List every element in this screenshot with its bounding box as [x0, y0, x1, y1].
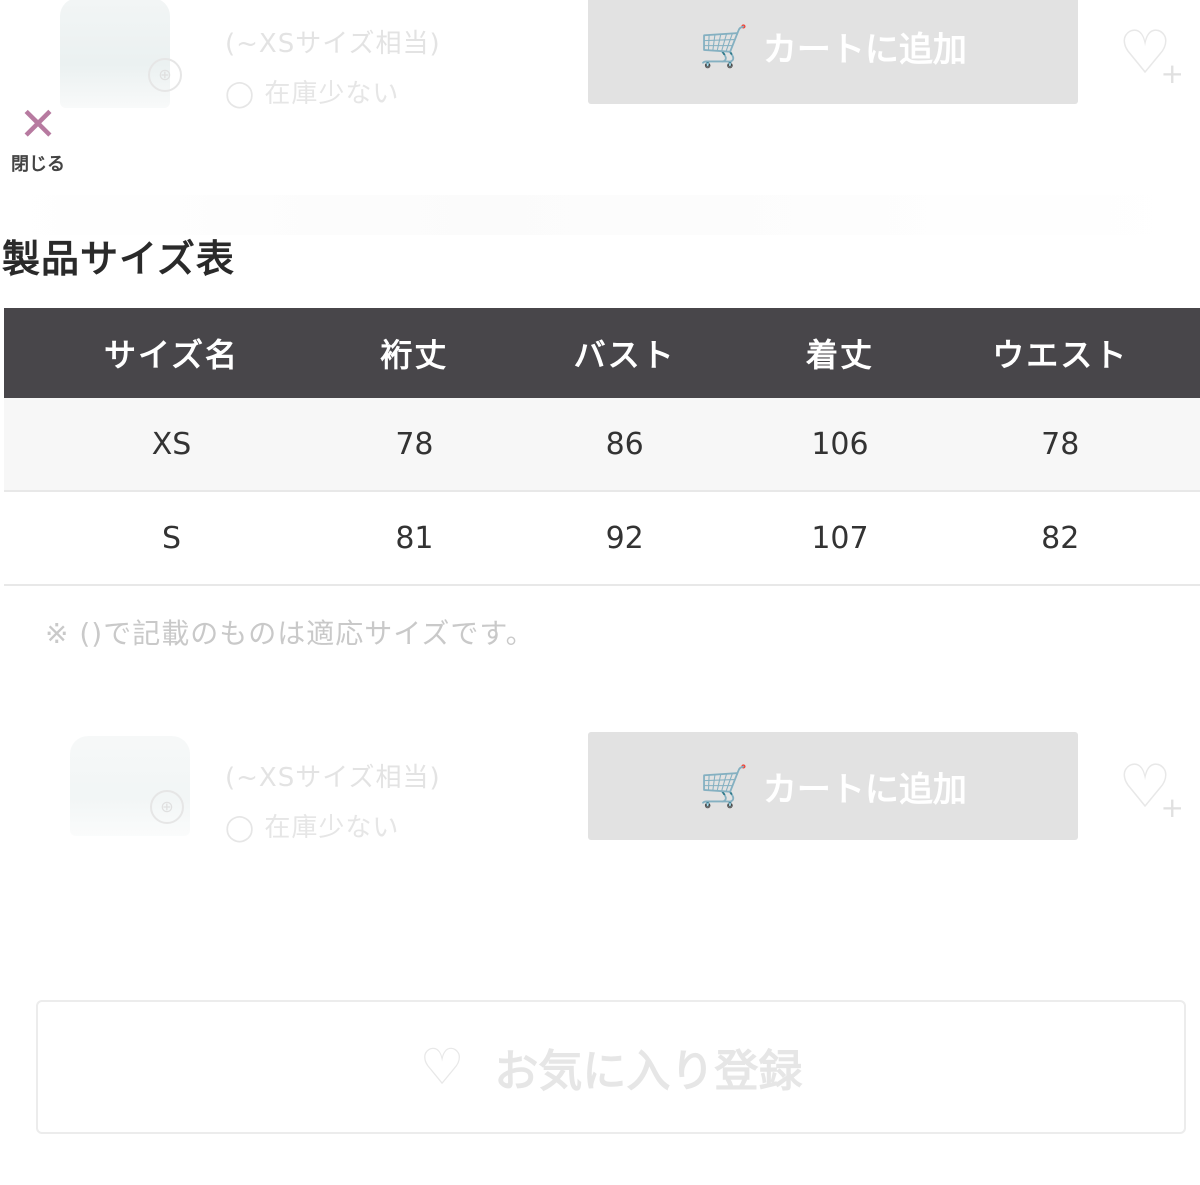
heart-plus-icon[interactable]: ♡ + — [1110, 752, 1184, 822]
table-cell: 78 — [338, 398, 490, 492]
size-table: サイズ名 裄丈 バスト 着丈 ウエスト XS 78 86 106 78 S 81… — [4, 308, 1200, 586]
cart-icon: 🛒 — [699, 763, 749, 810]
table-cell: XS — [4, 398, 339, 492]
table-cell: 86 — [489, 398, 760, 492]
header-size-name: サイズ名 — [4, 308, 339, 398]
add-to-cart-label: カートに追加 — [762, 769, 967, 810]
zoom-icon: ⊕ — [148, 58, 182, 92]
table-cell: 82 — [920, 491, 1200, 586]
product-size-note: (~XSサイズ相当) — [225, 763, 441, 793]
table-cell: 107 — [759, 491, 921, 586]
product-size-note: (~XSサイズ相当) — [225, 29, 441, 59]
header-waist: ウエスト — [920, 308, 1200, 398]
cart-icon: 🛒 — [699, 23, 749, 70]
product-stock-note: ◯ 在庫少ない — [225, 813, 400, 843]
close-icon: ✕ — [18, 97, 58, 151]
add-to-cart-label: カートに追加 — [762, 29, 967, 70]
add-to-cart-button[interactable]: 🛒 カートに追加 — [588, 0, 1078, 104]
table-cell: 81 — [338, 491, 490, 586]
table-cell: S — [4, 491, 339, 586]
table-cell: 106 — [759, 398, 921, 492]
add-to-cart-button[interactable]: 🛒 カートに追加 — [588, 732, 1078, 840]
table-row: S 81 92 107 82 — [4, 491, 1200, 586]
table-cell: 78 — [920, 398, 1200, 492]
product-row: ⊕ (~XSサイズ相当) ◯ 在庫少ない 🛒 カートに追加 ♡ + — [0, 0, 1200, 118]
heart-plus-icon[interactable]: ♡ + — [1110, 18, 1184, 88]
header-bust: バスト — [489, 308, 760, 398]
product-row: ⊕ (~XSサイズ相当) ◯ 在庫少ない 🛒 カートに追加 ♡ + — [0, 722, 1200, 852]
close-label: 閉じる — [11, 154, 65, 175]
size-table-title: 製品サイズ表 — [2, 237, 235, 281]
add-to-favorites-button[interactable]: ♡ お気に入り登録 — [36, 1000, 1186, 1134]
product-thumbnail — [60, 0, 170, 108]
size-table-footnote: ※ ()で記載のものは適応サイズです。 — [45, 617, 535, 650]
add-to-favorites-label: お気に入り登録 — [494, 1046, 803, 1097]
zoom-icon: ⊕ — [150, 790, 184, 824]
table-cell: 92 — [489, 491, 760, 586]
product-stock-note: ◯ 在庫少ない — [225, 79, 400, 109]
heart-icon: ♡ — [419, 1038, 465, 1096]
table-row: XS 78 86 106 78 — [4, 398, 1200, 492]
close-button[interactable]: ✕ 閉じる — [6, 100, 70, 180]
table-header-row: サイズ名 裄丈 バスト 着丈 ウエスト — [4, 308, 1200, 398]
header-sleeve-length: 裄丈 — [338, 308, 490, 398]
header-length: 着丈 — [759, 308, 921, 398]
size-chart-modal: ⊕ (~XSサイズ相当) ◯ 在庫少ない 🛒 カートに追加 ♡ + ✕ 閉じる 製… — [0, 0, 1200, 1185]
